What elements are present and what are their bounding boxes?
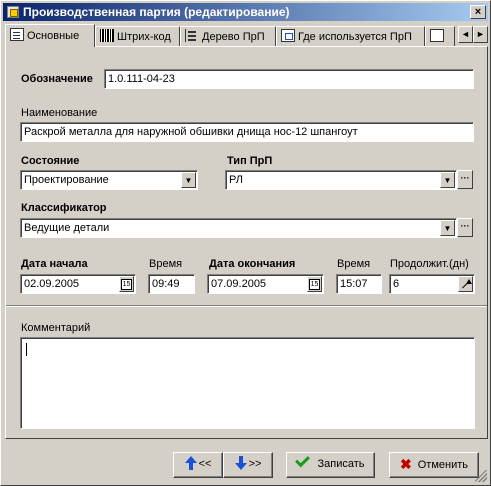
- comment-field[interactable]: [20, 337, 475, 429]
- app-icon: [7, 6, 19, 18]
- start-time-field[interactable]: 09:49: [148, 274, 195, 294]
- chevron-down-icon[interactable]: ▼: [440, 172, 455, 188]
- barcode-icon: [100, 29, 114, 42]
- tab-label: Штрих-код: [117, 31, 171, 43]
- chevron-down-icon[interactable]: ▼: [181, 172, 196, 188]
- end-date-field[interactable]: 07.09.2005 15: [207, 274, 324, 294]
- tab-bar: Основные Штрих-код Дерево ПрП Где исполь…: [5, 24, 488, 47]
- type-label: Тип ПрП: [227, 155, 273, 167]
- checkmark-icon: [295, 452, 311, 468]
- cancel-label: Отменить: [417, 459, 468, 471]
- type-value: РЛ: [229, 174, 243, 186]
- save-label: Записать: [317, 458, 365, 470]
- state-label: Состояние: [21, 155, 80, 167]
- tab-label: Основные: [27, 30, 80, 42]
- classifier-browse-button[interactable]: ···: [457, 218, 473, 237]
- tab-partial[interactable]: [425, 26, 455, 46]
- tab-where-used[interactable]: Где используется ПрП: [276, 26, 425, 46]
- tab-scroll: ◄ ►: [458, 26, 488, 44]
- type-browse-button[interactable]: ···: [457, 170, 473, 189]
- divider: [6, 305, 487, 307]
- next-button[interactable]: >>: [223, 452, 273, 478]
- end-time-field[interactable]: 15:07: [336, 274, 382, 294]
- calendar-icon[interactable]: 15: [119, 276, 134, 292]
- tab-label: Где используется ПрП: [298, 31, 412, 43]
- end-date-label: Дата окончания: [209, 258, 296, 270]
- chevron-down-icon[interactable]: ▼: [440, 220, 455, 236]
- resize-grip[interactable]: [475, 470, 487, 482]
- where-used-icon: [281, 29, 295, 42]
- classifier-select[interactable]: Ведущие детали ▼: [20, 218, 457, 238]
- end-time-label: Время: [337, 258, 371, 270]
- comment-label: Комментарий: [21, 322, 91, 334]
- tab-label: Дерево ПрП: [202, 31, 265, 43]
- document-icon: [10, 28, 24, 41]
- tab-tree[interactable]: Дерево ПрП: [180, 26, 276, 46]
- cancel-icon: ✖: [400, 456, 412, 472]
- tab-scroll-right-button[interactable]: ►: [473, 26, 488, 43]
- designation-label: Обозначение: [21, 73, 93, 85]
- state-select[interactable]: Проектирование ▼: [20, 170, 198, 190]
- classifier-label: Классификатор: [21, 202, 107, 214]
- end-date-value: 07.09.2005: [211, 278, 267, 290]
- type-select[interactable]: РЛ ▼: [225, 170, 457, 190]
- tab-scroll-left-button[interactable]: ◄: [458, 26, 473, 43]
- designation-field[interactable]: 1.0.111-04-23: [104, 69, 474, 89]
- duration-value: 6: [393, 278, 400, 290]
- next-label: >>: [248, 458, 262, 470]
- recalc-icon[interactable]: [458, 276, 473, 292]
- document-icon: [430, 29, 444, 42]
- prev-button[interactable]: <<: [173, 452, 223, 478]
- tab-main[interactable]: Основные: [5, 24, 95, 47]
- text-caret: [26, 343, 27, 356]
- start-time-label: Время: [149, 258, 183, 270]
- start-date-field[interactable]: 02.09.2005 15: [20, 274, 136, 294]
- close-button[interactable]: ×: [470, 5, 486, 19]
- tab-barcode[interactable]: Штрих-код: [95, 26, 180, 46]
- dialog-window: Производственная партия (редактирование)…: [0, 0, 491, 486]
- name-field[interactable]: Раскрой металла для наружной обшивки дни…: [20, 122, 474, 142]
- window-title: Производственная партия (редактирование): [23, 5, 290, 19]
- prev-label: <<: [198, 458, 212, 470]
- save-button[interactable]: Записать: [286, 452, 375, 478]
- calendar-icon[interactable]: 15: [307, 276, 322, 292]
- name-label: Наименование: [21, 107, 98, 119]
- arrow-up-icon: [184, 456, 197, 470]
- classifier-value: Ведущие детали: [24, 222, 110, 234]
- cancel-button[interactable]: ✖ Отменить: [389, 452, 479, 478]
- arrow-down-icon: [234, 456, 247, 470]
- tree-icon: [185, 29, 199, 42]
- duration-label: Продолжит.(дн): [390, 258, 469, 270]
- start-date-label: Дата начала: [21, 258, 88, 270]
- main-tab-panel: Обозначение 1.0.111-04-23 Наименование Р…: [5, 46, 488, 439]
- state-value: Проектирование: [24, 174, 109, 186]
- title-bar: Производственная партия (редактирование)…: [3, 3, 488, 21]
- duration-field[interactable]: 6: [389, 274, 475, 294]
- start-date-value: 02.09.2005: [24, 278, 80, 290]
